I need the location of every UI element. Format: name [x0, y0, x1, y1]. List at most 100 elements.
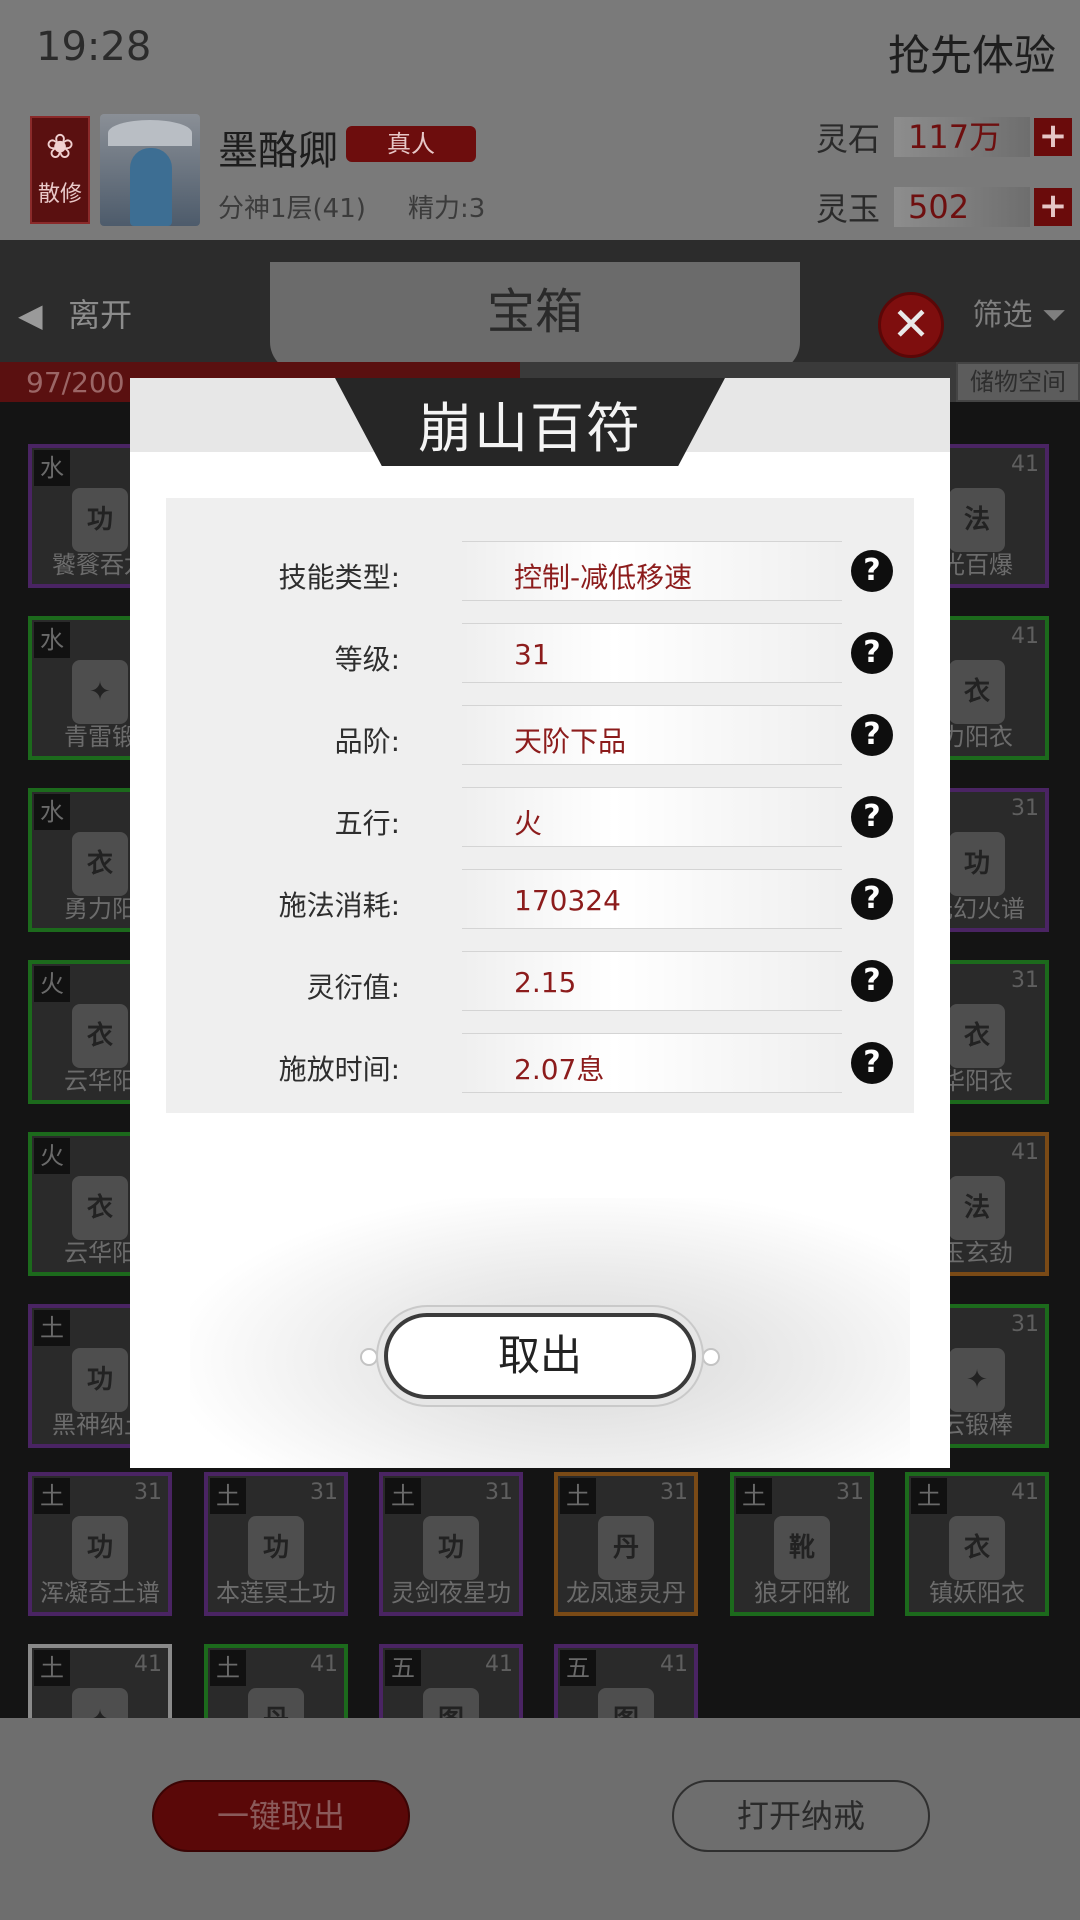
- level-label: 31: [1011, 1312, 1039, 1337]
- attribute-label: 施放时间:: [278, 1053, 400, 1086]
- attribute-row: 品阶: 天阶下品?: [166, 694, 914, 776]
- element-badge: 五: [560, 1650, 596, 1686]
- element-badge: 土: [560, 1478, 596, 1514]
- take-out-button[interactable]: 取出: [384, 1313, 696, 1399]
- spirit-stone-value: 117万: [894, 117, 1030, 157]
- spirit-stone-row: 灵石 117万 +: [816, 114, 1072, 160]
- leave-button[interactable]: ◀ 离开: [18, 290, 132, 336]
- item-slot[interactable]: 土 41丹: [204, 1644, 348, 1718]
- item-slot[interactable]: 土 41 衣镇妖阳衣: [905, 1472, 1049, 1616]
- level-label: 41: [1011, 1480, 1039, 1505]
- item-icon: 法: [949, 488, 1005, 552]
- item-icon: 功: [248, 1516, 304, 1580]
- filter-label: 筛选: [972, 298, 1033, 333]
- item-icon: 功: [72, 1516, 128, 1580]
- element-badge: 土: [210, 1478, 246, 1514]
- attribute-value: 2.15: [514, 966, 577, 999]
- item-icon: ✦: [72, 1688, 128, 1718]
- level-label: 41: [1011, 624, 1039, 649]
- spirit-jade-row: 灵玉 502 +: [816, 184, 1072, 230]
- player-name: 墨酪卿: [218, 128, 338, 174]
- lotus-icon: ❀: [45, 127, 75, 167]
- attribute-row: 五行: 火?: [166, 776, 914, 858]
- item-icon: 衣: [72, 1004, 128, 1068]
- help-icon[interactable]: ?: [851, 714, 893, 756]
- item-icon: 衣: [72, 1176, 128, 1240]
- page-title-plate: 宝箱: [270, 262, 800, 372]
- close-button[interactable]: ✕: [878, 292, 944, 358]
- item-slot[interactable]: 土 31 功本莲冥土功: [204, 1472, 348, 1616]
- item-slot[interactable]: 土 41✦: [28, 1644, 172, 1718]
- player-header: ❀ 散修 墨酪卿 真人 分神1层(41) 精力:3 灵石 117万 + 灵玉 5…: [0, 100, 1080, 240]
- item-slot[interactable]: 五 41图: [554, 1644, 698, 1718]
- item-icon: 衣: [949, 1516, 1005, 1580]
- element-badge: 土: [736, 1478, 772, 1514]
- item-slot[interactable]: 土 31 功灵剑夜星功: [379, 1472, 523, 1616]
- page-title: 宝箱: [486, 284, 583, 340]
- sect-label: 散修: [37, 182, 82, 207]
- item-icon: 丹: [598, 1516, 654, 1580]
- help-icon[interactable]: ?: [851, 960, 893, 1002]
- spirit-jade-value: 502: [894, 187, 1030, 227]
- take-all-button[interactable]: 一键取出: [152, 1780, 410, 1852]
- attribute-label: 品阶:: [334, 725, 400, 758]
- item-icon: 功: [72, 1348, 128, 1412]
- element-badge: 水: [34, 794, 70, 830]
- element-badge: 土: [34, 1478, 70, 1514]
- item-slot[interactable]: 土 31 靴狼牙阳靴: [730, 1472, 874, 1616]
- cultivation-rank: 分神1层(41): [218, 194, 366, 224]
- element-badge: 火: [34, 966, 70, 1002]
- level-label: 31: [134, 1480, 162, 1505]
- item-slot[interactable]: 土 31 丹龙凤速灵丹: [554, 1472, 698, 1616]
- level-label: 31: [1011, 968, 1039, 993]
- sect-badge[interactable]: ❀ 散修: [30, 116, 90, 224]
- attribute-row: 创造人:墨酪卿?: [166, 1104, 914, 1113]
- spirit-stone-label: 灵石: [815, 120, 880, 158]
- funnel-icon: ⏷: [1042, 298, 1066, 333]
- item-icon: 衣: [949, 1004, 1005, 1068]
- add-spirit-stone-button[interactable]: +: [1034, 118, 1072, 156]
- element-badge: 土: [911, 1478, 947, 1514]
- attribute-label: 技能类型:: [278, 561, 400, 594]
- attribute-panel[interactable]: 技能类型: 控制-减低移速? 等级: 31? 品阶: 天阶下品? 五行: 火? 施法消耗: 170…: [166, 498, 914, 1113]
- help-icon[interactable]: ?: [851, 1042, 893, 1084]
- attribute-row: 等级: 31?: [166, 612, 914, 694]
- item-icon: 衣: [72, 832, 128, 896]
- item-icon: ✦: [72, 660, 128, 724]
- early-access-label[interactable]: 抢先体验: [888, 22, 1056, 83]
- item-slot[interactable]: 五 41图: [379, 1644, 523, 1718]
- dialog-title: 崩山百符: [418, 397, 642, 460]
- level-label: 41: [1011, 452, 1039, 477]
- item-icon: 功: [72, 488, 128, 552]
- item-icon: 图: [423, 1688, 479, 1718]
- attribute-value: 170324: [514, 884, 621, 917]
- attribute-value: 天阶下品: [514, 725, 627, 758]
- item-icon: 丹: [248, 1688, 304, 1718]
- element-badge: 水: [34, 622, 70, 658]
- figure-shape: [130, 148, 172, 226]
- level-label: 31: [836, 1480, 864, 1505]
- item-icon: 法: [949, 1176, 1005, 1240]
- attribute-row: 技能类型: 控制-减低移速?: [166, 530, 914, 612]
- back-arrow-icon: ◀: [18, 296, 43, 334]
- item-name: 龙凤速灵丹: [566, 1579, 686, 1607]
- help-icon[interactable]: ?: [851, 632, 893, 674]
- element-badge: 火: [34, 1138, 70, 1174]
- item-slot[interactable]: 土 31 功浑凝奇土谱: [28, 1472, 172, 1616]
- level-label: 31: [1011, 796, 1039, 821]
- level-label: 41: [134, 1652, 162, 1677]
- clock: 19:28: [36, 24, 152, 70]
- item-icon: 功: [423, 1516, 479, 1580]
- element-badge: 土: [34, 1310, 70, 1346]
- filter-button[interactable]: 筛选 ⏷: [972, 290, 1066, 334]
- item-name: 灵剑夜星功: [391, 1579, 511, 1607]
- attribute-label: 等级:: [334, 643, 400, 676]
- open-storage-ring-button[interactable]: 打开纳戒: [672, 1780, 930, 1852]
- help-icon[interactable]: ?: [851, 550, 893, 592]
- add-spirit-jade-button[interactable]: +: [1034, 188, 1072, 226]
- storage-count: 97/200: [26, 366, 125, 399]
- avatar[interactable]: [100, 114, 200, 226]
- help-icon[interactable]: ?: [851, 878, 893, 920]
- help-icon[interactable]: ?: [851, 796, 893, 838]
- item-icon: 靴: [774, 1516, 830, 1580]
